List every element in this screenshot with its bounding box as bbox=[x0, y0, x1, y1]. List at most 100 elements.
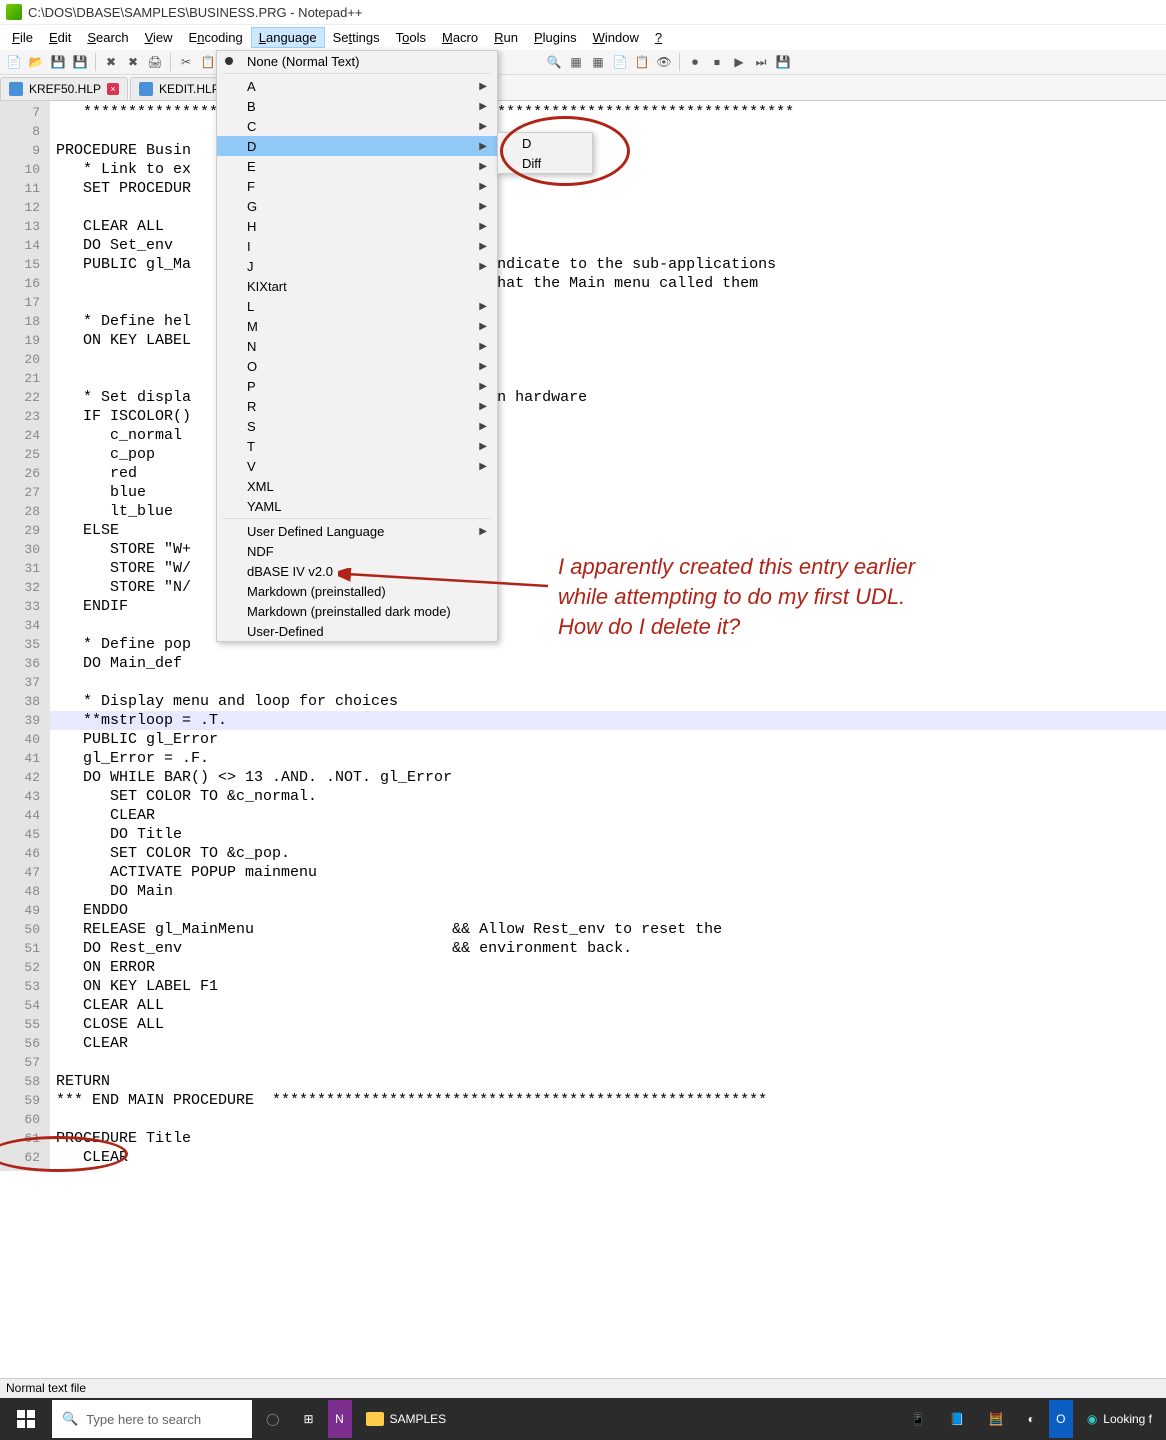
toolbar-icon[interactable]: 📋 bbox=[632, 52, 652, 72]
code-line[interactable]: CLEAR bbox=[50, 1034, 1166, 1053]
toolbar-icon[interactable]: ▦ bbox=[588, 52, 608, 72]
menu-edit[interactable]: Edit bbox=[41, 27, 79, 48]
code-line[interactable]: RELEASE gl_MainMenu && Allow Rest_env to… bbox=[50, 920, 1166, 939]
code-line[interactable]: DO Rest_env && environment back. bbox=[50, 939, 1166, 958]
code-line[interactable]: * Display menu and loop for choices bbox=[50, 692, 1166, 711]
lang-dbase[interactable]: dBASE IV v2.0 bbox=[217, 561, 497, 581]
code-line[interactable]: *** END MAIN PROCEDURE *****************… bbox=[50, 1091, 1166, 1110]
explorer-samples[interactable]: SAMPLES bbox=[356, 1400, 457, 1438]
cut-icon[interactable]: ✂ bbox=[176, 52, 196, 72]
code-line[interactable]: PROCEDURE Title bbox=[50, 1129, 1166, 1148]
lang-none[interactable]: None (Normal Text) bbox=[217, 51, 497, 71]
lang-udl[interactable]: User Defined Language▶ bbox=[217, 521, 497, 541]
code-line[interactable]: ENDDO bbox=[50, 901, 1166, 920]
code-line[interactable]: CLEAR bbox=[50, 1148, 1166, 1167]
lang-letter-s[interactable]: S▶ bbox=[217, 416, 497, 436]
task-view-icon[interactable]: ⊞ bbox=[293, 1400, 323, 1438]
menu-window[interactable]: Window bbox=[585, 27, 647, 48]
stop-icon[interactable]: ⏹ bbox=[707, 52, 727, 72]
save-all-icon[interactable]: 💾 bbox=[70, 52, 90, 72]
code-line[interactable]: gl_Error = .F. bbox=[50, 749, 1166, 768]
code-line[interactable]: ACTIVATE POPUP mainmenu bbox=[50, 863, 1166, 882]
lang-letter-p[interactable]: P▶ bbox=[217, 376, 497, 396]
lang-user-defined[interactable]: User-Defined bbox=[217, 621, 497, 641]
code-line[interactable]: DO WHILE BAR() <> 13 .AND. .NOT. gl_Erro… bbox=[50, 768, 1166, 787]
outlook-icon[interactable]: O bbox=[1049, 1400, 1073, 1438]
lang-ndf[interactable]: NDF bbox=[217, 541, 497, 561]
play-multi-icon[interactable]: ⏭ bbox=[751, 52, 771, 72]
menu-view[interactable]: View bbox=[137, 27, 181, 48]
code-line[interactable]: SET COLOR TO &c_normal. bbox=[50, 787, 1166, 806]
lang-kixtart[interactable]: KIXtart bbox=[217, 276, 497, 296]
save-icon[interactable]: 💾 bbox=[48, 52, 68, 72]
taskbar-app-icon[interactable]: 📘 bbox=[940, 1400, 975, 1438]
menu-search[interactable]: Search bbox=[79, 27, 136, 48]
print-icon[interactable]: 🖨 bbox=[145, 52, 165, 72]
lang-letter-b[interactable]: B▶ bbox=[217, 96, 497, 116]
play-icon[interactable]: ▶ bbox=[729, 52, 749, 72]
lang-letter-l[interactable]: L▶ bbox=[217, 296, 497, 316]
lang-letter-o[interactable]: O▶ bbox=[217, 356, 497, 376]
lang-letter-g[interactable]: G▶ bbox=[217, 196, 497, 216]
onenote-icon[interactable]: N bbox=[328, 1400, 352, 1438]
calculator-icon[interactable]: 🧮 bbox=[979, 1400, 1014, 1438]
lang-letter-a[interactable]: A▶ bbox=[217, 76, 497, 96]
menu-tools[interactable]: Tools bbox=[388, 27, 434, 48]
zoom-icon[interactable]: 🔍 bbox=[544, 52, 564, 72]
close-icon[interactable]: × bbox=[107, 83, 119, 95]
menu-file[interactable]: File bbox=[4, 27, 41, 48]
lang-letter-t[interactable]: T▶ bbox=[217, 436, 497, 456]
toolbar-icon[interactable]: 👁 bbox=[654, 52, 674, 72]
code-line[interactable]: SET COLOR TO &c_pop. bbox=[50, 844, 1166, 863]
lang-letter-f[interactable]: F▶ bbox=[217, 176, 497, 196]
code-line[interactable]: **mstrloop = .T. bbox=[50, 711, 1166, 730]
menu-run[interactable]: Run bbox=[486, 27, 526, 48]
menu-language[interactable]: Language bbox=[251, 27, 325, 48]
menu-encoding[interactable]: Encoding bbox=[181, 27, 251, 48]
menu-settings[interactable]: Settings bbox=[325, 27, 388, 48]
menu-plugins[interactable]: Plugins bbox=[526, 27, 585, 48]
lang-markdown-pre[interactable]: Markdown (preinstalled) bbox=[217, 581, 497, 601]
open-file-icon[interactable]: 📂 bbox=[26, 52, 46, 72]
code-line[interactable]: ON KEY LABEL F1 bbox=[50, 977, 1166, 996]
code-line[interactable]: RETURN bbox=[50, 1072, 1166, 1091]
sublang-d[interactable]: D bbox=[498, 133, 592, 153]
code-line[interactable]: DO Main bbox=[50, 882, 1166, 901]
taskbar-search[interactable]: 🔍 Type here to search bbox=[52, 1400, 252, 1438]
code-line[interactable]: DO Main_def bbox=[50, 654, 1166, 673]
code-line[interactable]: ON ERROR bbox=[50, 958, 1166, 977]
lang-letter-h[interactable]: H▶ bbox=[217, 216, 497, 236]
record-icon[interactable]: ⏺ bbox=[685, 52, 705, 72]
edge-browser[interactable]: ◉ Looking f bbox=[1077, 1400, 1162, 1438]
save-macro-icon[interactable]: 💾 bbox=[773, 52, 793, 72]
menu-macro[interactable]: Macro bbox=[434, 27, 486, 48]
lang-letter-r[interactable]: R▶ bbox=[217, 396, 497, 416]
toolbar-icon[interactable]: 📄 bbox=[610, 52, 630, 72]
close-all-icon[interactable]: ✖ bbox=[123, 52, 143, 72]
code-line[interactable]: CLEAR ALL bbox=[50, 996, 1166, 1015]
copy-icon[interactable]: 📋 bbox=[198, 52, 218, 72]
start-button[interactable] bbox=[4, 1398, 48, 1440]
lang-letter-i[interactable]: I▶ bbox=[217, 236, 497, 256]
taskbar-app-icon[interactable]: 📱 bbox=[901, 1400, 936, 1438]
code-line[interactable] bbox=[50, 1110, 1166, 1129]
code-line[interactable] bbox=[50, 1053, 1166, 1072]
lang-letter-e[interactable]: E▶ bbox=[217, 156, 497, 176]
cortana-icon[interactable]: ◯ bbox=[256, 1400, 289, 1438]
steam-icon[interactable]: ◐ bbox=[1018, 1400, 1045, 1438]
code-line[interactable]: CLEAR bbox=[50, 806, 1166, 825]
lang-xml[interactable]: XML bbox=[217, 476, 497, 496]
lang-letter-d[interactable]: D▶ bbox=[217, 136, 497, 156]
new-file-icon[interactable]: 📄 bbox=[4, 52, 24, 72]
lang-letter-c[interactable]: C▶ bbox=[217, 116, 497, 136]
menu-help[interactable]: ? bbox=[647, 27, 670, 48]
close-icon[interactable]: ✖ bbox=[101, 52, 121, 72]
lang-letter-v[interactable]: V▶ bbox=[217, 456, 497, 476]
lang-markdown-dark[interactable]: Markdown (preinstalled dark mode) bbox=[217, 601, 497, 621]
code-line[interactable]: CLOSE ALL bbox=[50, 1015, 1166, 1034]
tab-kref50[interactable]: KREF50.HLP × bbox=[0, 77, 128, 100]
toolbar-icon[interactable]: ▦ bbox=[566, 52, 586, 72]
lang-yaml[interactable]: YAML bbox=[217, 496, 497, 516]
lang-letter-m[interactable]: M▶ bbox=[217, 316, 497, 336]
code-line[interactable]: PUBLIC gl_Error bbox=[50, 730, 1166, 749]
